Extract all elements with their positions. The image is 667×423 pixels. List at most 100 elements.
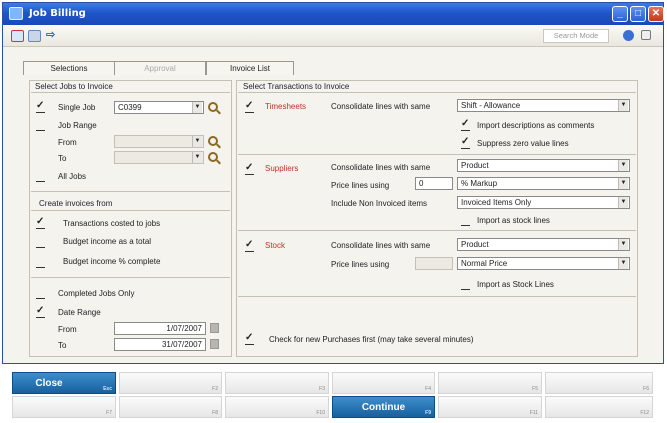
- stock-consolidate-value: Product: [461, 240, 489, 249]
- chevron-down-icon[interactable]: ▼: [618, 239, 628, 250]
- all-jobs-label: All Jobs: [58, 172, 87, 181]
- sup-import-stock-checkbox[interactable]: [461, 217, 470, 226]
- sup-consolidate-select[interactable]: Product ▼: [457, 159, 630, 172]
- chevron-down-icon[interactable]: ▼: [618, 258, 628, 269]
- job-range-label: Job Range: [58, 121, 97, 130]
- date-range-checkbox[interactable]: [36, 305, 45, 318]
- create-from-title: Create invoices from: [39, 199, 113, 208]
- budget-pct-checkbox[interactable]: [36, 259, 45, 268]
- help-icon[interactable]: [623, 30, 634, 41]
- search-icon[interactable]: [208, 102, 218, 112]
- close-button-label: Close: [35, 378, 63, 389]
- timesheets-label: Timesheets: [265, 102, 307, 111]
- budget-total-checkbox[interactable]: [36, 239, 45, 248]
- chevron-down-icon[interactable]: ▼: [618, 178, 628, 189]
- edit-icon[interactable]: [641, 30, 651, 40]
- sup-consolidate-label: Consolidate lines with same: [331, 163, 431, 172]
- date-to-field[interactable]: 31/07/2007: [114, 338, 206, 351]
- ts-consolidate-label: Consolidate lines with same: [331, 102, 431, 111]
- fkey-slot[interactable]: F10: [225, 396, 329, 418]
- calendar-icon[interactable]: [210, 323, 219, 333]
- fkey-slot[interactable]: F12: [545, 396, 653, 418]
- search-icon[interactable]: [208, 136, 218, 146]
- divider: [238, 296, 636, 297]
- chevron-down-icon[interactable]: ▼: [192, 136, 202, 147]
- range-to-field[interactable]: ▼: [114, 151, 204, 164]
- single-job-field[interactable]: C0399 ▼: [114, 101, 204, 114]
- job-range-checkbox[interactable]: [36, 122, 45, 131]
- forward-arrow-icon[interactable]: ⇨: [46, 30, 57, 42]
- divider: [31, 277, 230, 278]
- budget-total-label: Budget income as a total: [63, 237, 152, 246]
- chevron-down-icon[interactable]: ▼: [618, 197, 628, 208]
- timesheets-checkbox[interactable]: [245, 100, 254, 113]
- import-desc-checkbox[interactable]: [461, 118, 470, 131]
- fkey-slot[interactable]: F6: [545, 372, 653, 394]
- search-icon[interactable]: [208, 152, 218, 162]
- toolbar: ⇨ Search Mode: [3, 25, 663, 47]
- tab-approval[interactable]: Approval: [114, 61, 206, 75]
- completed-only-checkbox[interactable]: [36, 290, 45, 299]
- fkey-slot[interactable]: F4: [332, 372, 435, 394]
- sup-include-value: Invoiced Items Only: [461, 198, 532, 207]
- sup-include-label: Include Non Invoiced items: [331, 199, 428, 208]
- calendar-icon[interactable]: [210, 339, 219, 349]
- fkey-slot[interactable]: F7: [12, 396, 116, 418]
- date-from-field[interactable]: 1/07/2007: [114, 322, 206, 335]
- single-job-value: C0399: [118, 103, 142, 112]
- search-mode-field[interactable]: Search Mode: [543, 29, 609, 43]
- divider: [31, 92, 230, 93]
- transactions-label: Transactions costed to jobs: [63, 219, 161, 228]
- tab-invoice-list[interactable]: Invoice List: [206, 61, 294, 75]
- divider: [31, 191, 230, 192]
- select-trans-title: Select Transactions to Invoice: [243, 82, 350, 91]
- tab-selections[interactable]: Selections: [23, 61, 115, 75]
- close-icon[interactable]: ✕: [648, 6, 664, 22]
- stock-price-number[interactable]: [415, 257, 453, 270]
- continue-button[interactable]: Continue F9: [332, 396, 435, 418]
- import-desc-label: Import descriptions as comments: [477, 121, 595, 130]
- single-job-checkbox[interactable]: [36, 100, 45, 113]
- minimize-icon[interactable]: _: [612, 6, 628, 22]
- divider: [31, 210, 230, 211]
- divider: [238, 154, 636, 155]
- sup-include-select[interactable]: Invoiced Items Only ▼: [457, 196, 630, 209]
- close-key-hint: Esc: [103, 386, 112, 392]
- divider: [238, 230, 636, 231]
- fkey-slot[interactable]: F11: [438, 396, 542, 418]
- maximize-icon[interactable]: □: [630, 6, 646, 22]
- ts-consolidate-select[interactable]: Shift - Allowance ▼: [457, 99, 630, 112]
- function-key-bar: Close Esc F2 F3 F4 F5 F6 F7 F8 F10 Conti…: [0, 370, 667, 423]
- date-to-label: To: [58, 341, 67, 350]
- check-purchases-checkbox[interactable]: [245, 332, 254, 345]
- all-jobs-checkbox[interactable]: [36, 173, 45, 182]
- sup-price-select[interactable]: % Markup ▼: [457, 177, 630, 190]
- single-job-label: Single Job: [58, 103, 96, 112]
- fkey-slot[interactable]: F8: [119, 396, 222, 418]
- suppliers-label: Suppliers: [265, 164, 299, 173]
- chevron-down-icon[interactable]: ▼: [618, 160, 628, 171]
- date-range-label: Date Range: [58, 308, 101, 317]
- fkey-slot[interactable]: F5: [438, 372, 542, 394]
- chevron-down-icon[interactable]: ▼: [192, 102, 202, 113]
- stock-price-label: Price lines using: [331, 260, 390, 269]
- fkey-slot[interactable]: F3: [225, 372, 329, 394]
- stock-import-label: Import as Stock Lines: [477, 280, 554, 289]
- transactions-checkbox[interactable]: [36, 216, 45, 229]
- range-from-field[interactable]: ▼: [114, 135, 204, 148]
- chevron-down-icon[interactable]: ▼: [192, 152, 202, 163]
- suppress-zero-checkbox[interactable]: [461, 136, 470, 149]
- fkey-slot[interactable]: F2: [119, 372, 222, 394]
- divider: [238, 92, 636, 93]
- stock-checkbox[interactable]: [245, 239, 254, 252]
- suppliers-checkbox[interactable]: [245, 162, 254, 175]
- stock-price-select[interactable]: Normal Price ▼: [457, 257, 630, 270]
- print-preview-icon[interactable]: [28, 30, 41, 42]
- stock-consolidate-select[interactable]: Product ▼: [457, 238, 630, 251]
- chevron-down-icon[interactable]: ▼: [618, 100, 628, 111]
- sup-price-number[interactable]: 0: [415, 177, 453, 190]
- new-document-icon[interactable]: [11, 30, 24, 42]
- stock-import-checkbox[interactable]: [461, 281, 470, 290]
- select-jobs-title: Select Jobs to Invoice: [35, 82, 113, 91]
- close-button[interactable]: Close Esc: [12, 372, 116, 394]
